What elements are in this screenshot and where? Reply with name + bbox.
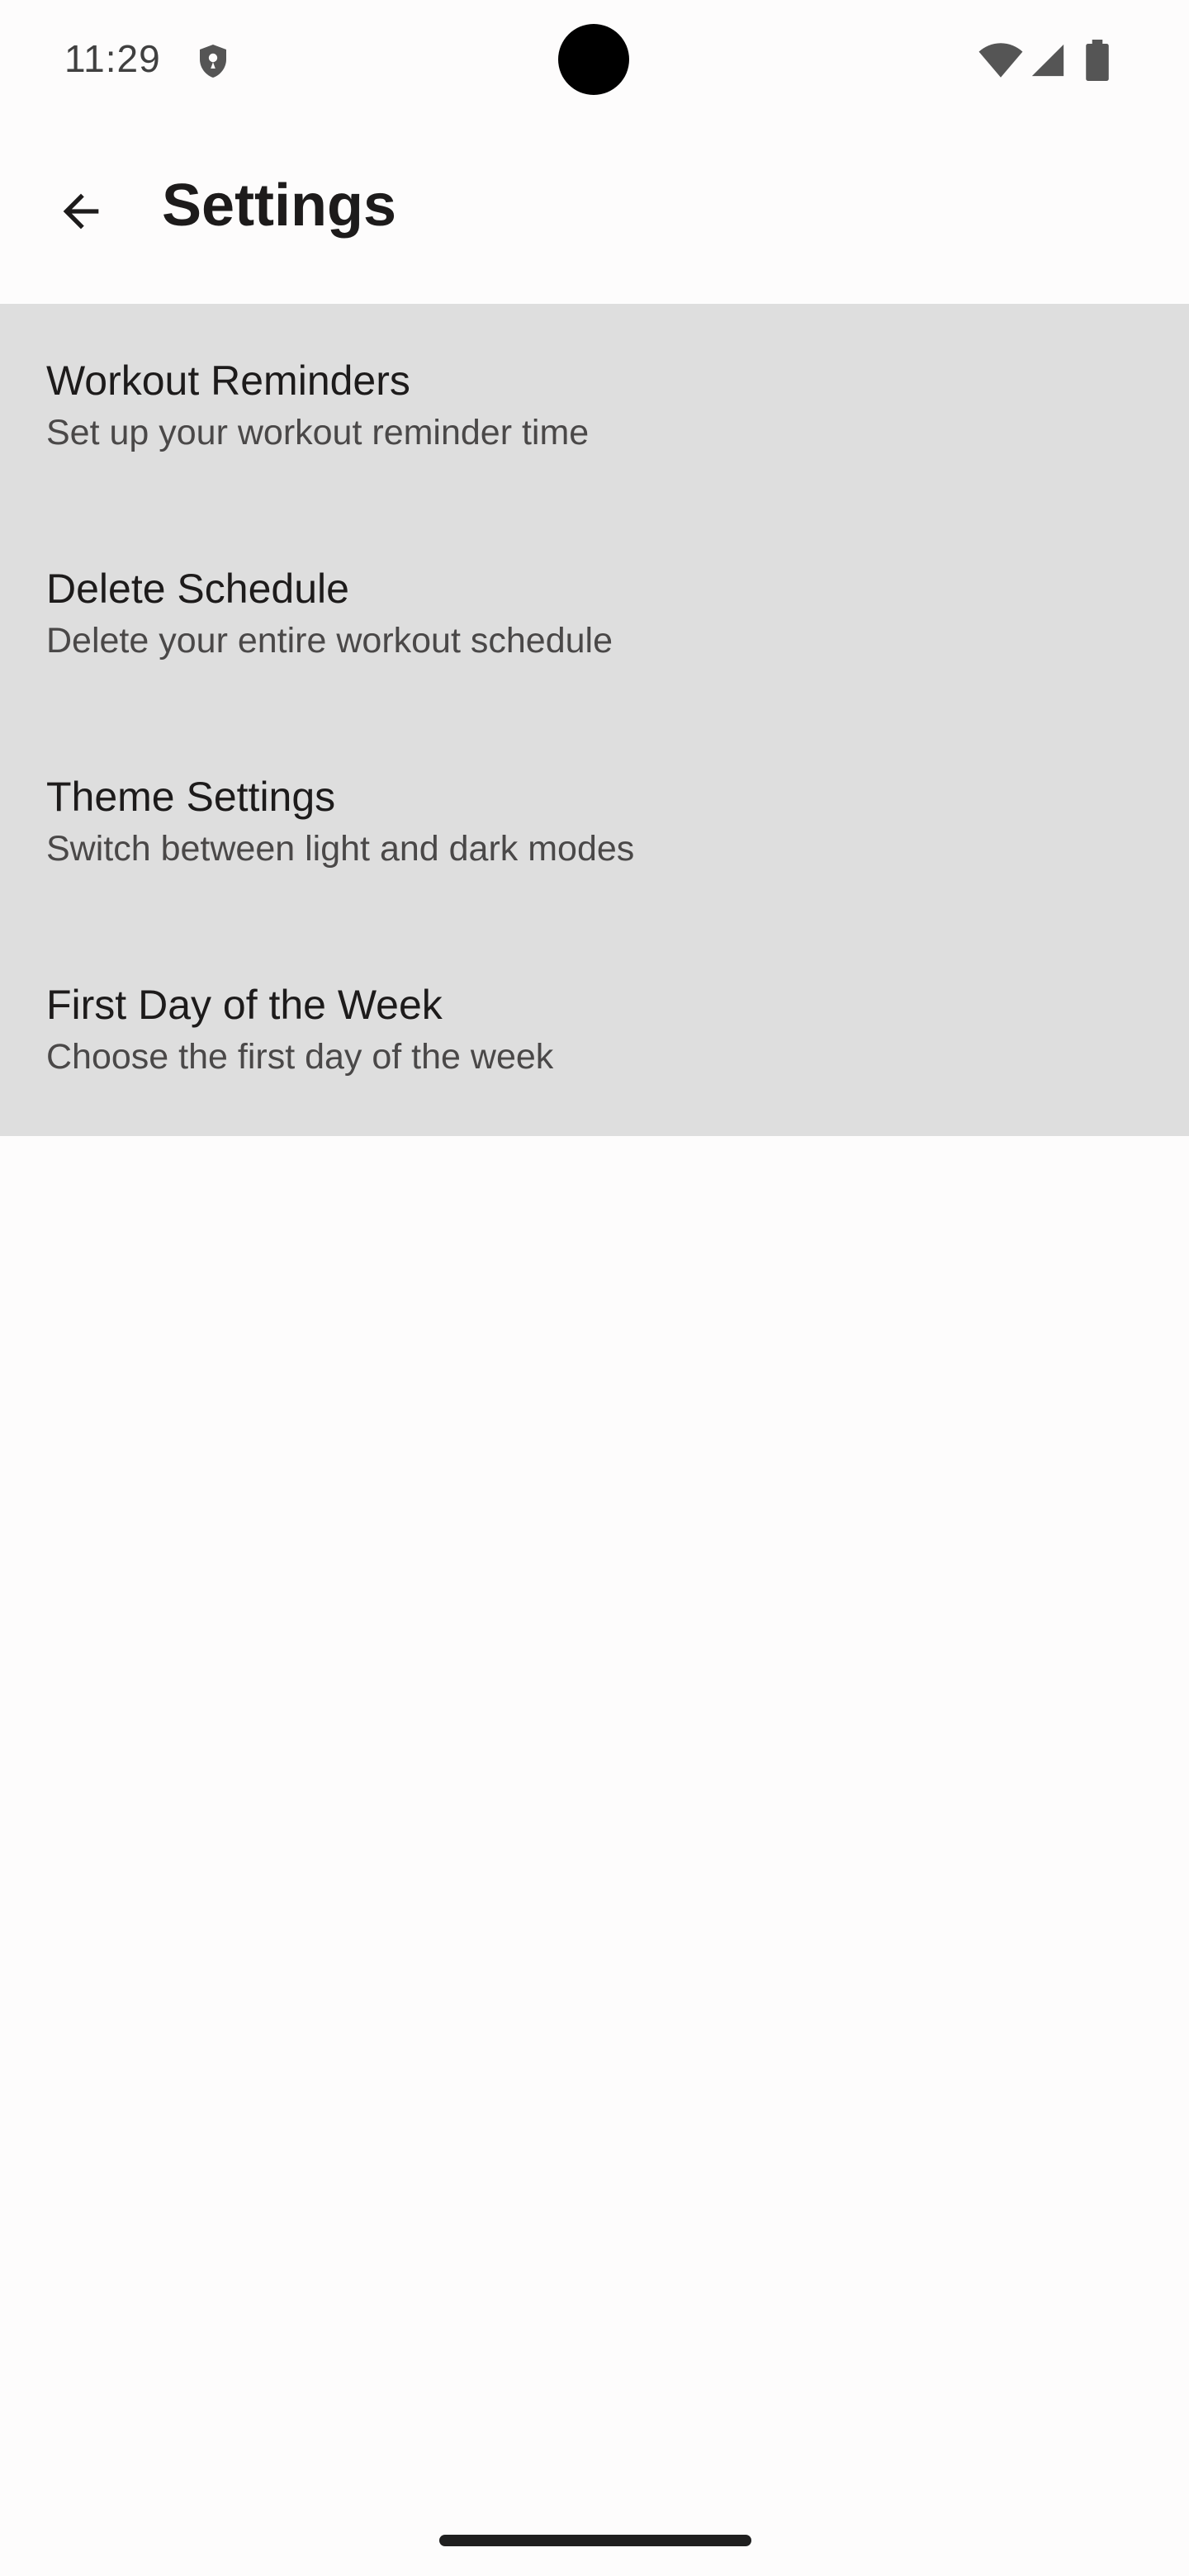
battery-icon [1086,40,1109,81]
settings-screen: 11:29 Settings Workout Reminders Set up … [0,0,1189,2576]
settings-item-first-day-of-week[interactable]: First Day of the Week Choose the first d… [0,928,1189,1136]
settings-item-subtitle: Choose the first day of the week [46,1037,554,1077]
gesture-navigation-handle[interactable] [439,2535,751,2546]
status-time: 11:29 [64,37,161,80]
settings-item-title: Theme Settings [46,774,336,820]
settings-item-subtitle: Set up your workout reminder time [46,413,590,452]
settings-item-title: Workout Reminders [46,358,410,404]
settings-item-title: First Day of the Week [46,982,443,1028]
cellular-signal-icon [1031,44,1064,77]
settings-item-theme-settings[interactable]: Theme Settings Switch between light and … [0,720,1189,928]
settings-item-title: Delete Schedule [46,566,349,612]
back-button[interactable] [40,170,122,253]
settings-item-workout-reminders[interactable]: Workout Reminders Set up your workout re… [0,304,1189,512]
app-bar: Settings [0,119,1189,304]
settings-item-subtitle: Delete your entire workout schedule [46,621,613,661]
page-title: Settings [162,173,397,239]
settings-item-delete-schedule[interactable]: Delete Schedule Delete your entire worko… [0,512,1189,720]
settings-item-subtitle: Switch between light and dark modes [46,829,635,869]
status-bar: 11:29 [0,0,1189,119]
shield-icon [200,45,226,78]
camera-cutout [558,24,629,95]
wifi-icon [978,43,1023,78]
settings-list: Workout Reminders Set up your workout re… [0,304,1189,1136]
arrow-back-icon [63,193,99,230]
